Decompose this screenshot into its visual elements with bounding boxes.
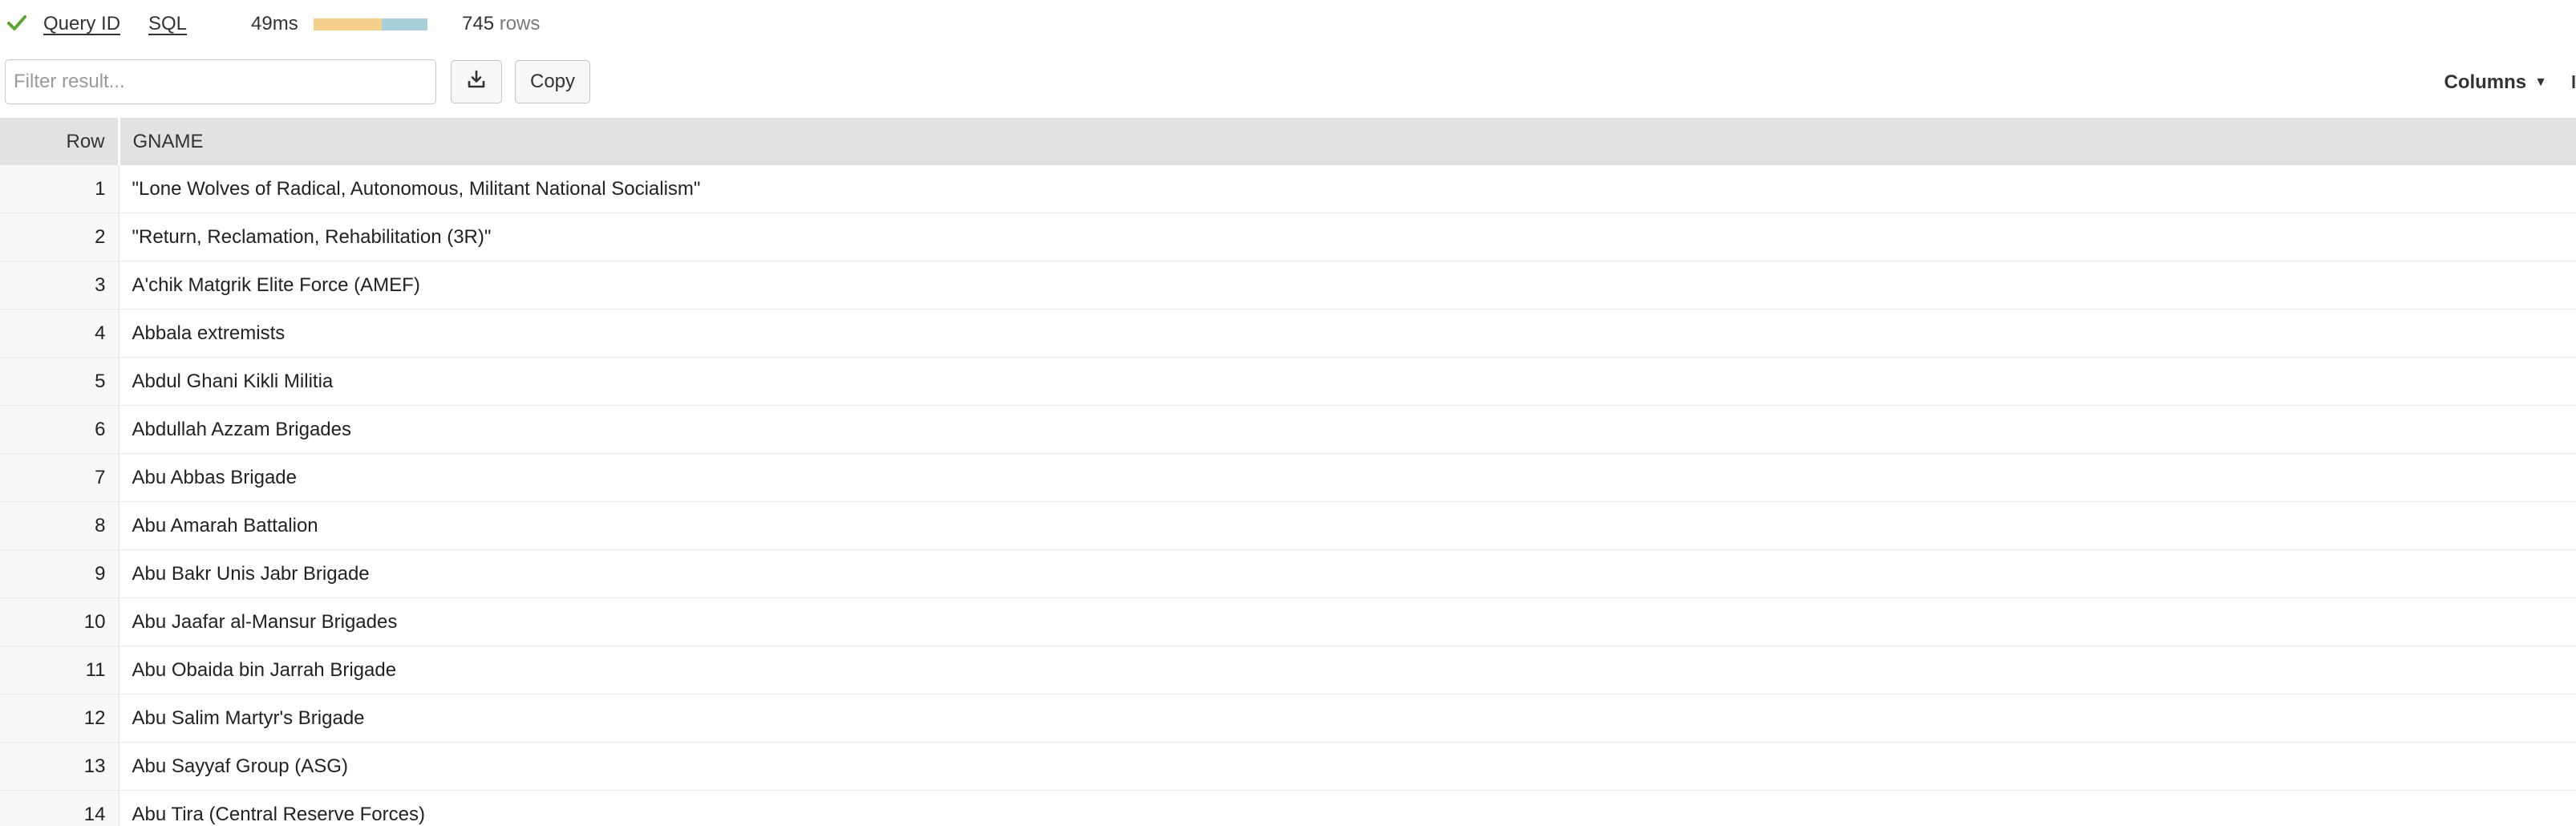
download-button[interactable] — [451, 60, 502, 103]
gname-cell[interactable]: Abu Jaafar al-Mansur Brigades — [119, 597, 2576, 646]
gname-cell[interactable]: Abdul Ghani Kikli Militia — [119, 357, 2576, 406]
column-header-gname[interactable]: GNAME — [119, 118, 2576, 165]
gname-cell[interactable]: Abu Amarah Battalion — [119, 501, 2576, 550]
row-count-unit: rows — [494, 13, 541, 34]
gname-cell[interactable]: "Lone Wolves of Radical, Autonomous, Mil… — [119, 165, 2576, 213]
columns-menu-button[interactable]: Columns ▼ — [2444, 71, 2547, 95]
row-number-cell: 1 — [0, 165, 119, 213]
table-row[interactable]: 13 Abu Sayyaf Group (ASG) — [0, 742, 2576, 791]
table-header-row: Row GNAME — [0, 118, 2576, 165]
table-row[interactable]: 12 Abu Salim Martyr's Brigade — [0, 694, 2576, 743]
gname-cell[interactable]: Abu Bakr Unis Jabr Brigade — [119, 549, 2576, 598]
row-number-cell: 4 — [0, 309, 119, 358]
columns-label: Columns — [2444, 71, 2527, 93]
row-number-cell: 6 — [0, 405, 119, 454]
gname-cell[interactable]: Abu Tira (Central Reserve Forces) — [119, 790, 2576, 826]
filter-result-input[interactable] — [5, 59, 436, 104]
gname-cell[interactable]: Abu Abbas Brigade — [119, 453, 2576, 502]
table-row[interactable]: 8 Abu Amarah Battalion — [0, 501, 2576, 550]
row-count: 745 rows — [462, 10, 540, 38]
row-number-cell: 8 — [0, 501, 119, 550]
column-header-row[interactable]: Row — [0, 118, 120, 165]
row-number-cell: 14 — [0, 790, 119, 826]
row-number-cell: 7 — [0, 453, 119, 502]
gname-cell[interactable]: Abdullah Azzam Brigades — [119, 405, 2576, 454]
table-row[interactable]: 11 Abu Obaida bin Jarrah Brigade — [0, 646, 2576, 694]
row-number-cell: 9 — [0, 549, 119, 598]
table-row[interactable]: 6 Abdullah Azzam Brigades — [0, 405, 2576, 454]
row-number-cell: 3 — [0, 261, 119, 310]
query-id-link[interactable]: Query ID — [43, 10, 120, 38]
caret-down-icon: ▼ — [2534, 75, 2547, 89]
table-row[interactable]: 7 Abu Abbas Brigade — [0, 453, 2576, 502]
timing-segment — [314, 18, 383, 30]
table-row[interactable]: 5 Abdul Ghani Kikli Militia — [0, 357, 2576, 406]
timing-segment — [382, 18, 427, 30]
copy-button[interactable]: Copy — [515, 60, 590, 103]
gname-cell[interactable]: Abu Salim Martyr's Brigade — [119, 694, 2576, 743]
query-duration: 49ms — [251, 13, 298, 34]
table-row[interactable]: 4 Abbala extremists — [0, 309, 2576, 358]
table-row[interactable]: 9 Abu Bakr Unis Jabr Brigade — [0, 549, 2576, 598]
gname-cell[interactable]: A'chik Matgrik Elite Force (AMEF) — [119, 261, 2576, 310]
table-row[interactable]: 2 "Return, Reclamation, Rehabilitation (3… — [0, 213, 2576, 261]
more-options-icon[interactable] — [2571, 71, 2576, 95]
row-number-cell: 2 — [0, 213, 119, 261]
table-body: 1 "Lone Wolves of Radical, Autonomous, Mi… — [0, 165, 2576, 826]
download-icon — [466, 69, 487, 95]
gname-cell[interactable]: Abu Sayyaf Group (ASG) — [119, 742, 2576, 791]
row-number-cell: 11 — [0, 646, 119, 694]
timing-breakdown-bar — [314, 18, 427, 30]
gname-cell[interactable]: "Return, Reclamation, Rehabilitation (3R… — [119, 213, 2576, 261]
row-number-cell: 10 — [0, 597, 119, 646]
sql-link[interactable]: SQL — [148, 10, 187, 38]
row-count-number: 745 — [462, 13, 495, 34]
row-number-cell: 5 — [0, 357, 119, 406]
table-row[interactable]: 3 A'chik Matgrik Elite Force (AMEF) — [0, 261, 2576, 310]
row-number-cell: 13 — [0, 742, 119, 791]
gname-cell[interactable]: Abbala extremists — [119, 309, 2576, 358]
result-table: Row GNAME 1 "Lone Wolves of Radical, Auto… — [0, 118, 2576, 826]
checkmark-icon — [6, 13, 27, 34]
query-status-bar: Query ID SQL 49ms 745 rows — [0, 0, 2576, 50]
gname-cell[interactable]: Abu Obaida bin Jarrah Brigade — [119, 646, 2576, 694]
result-table-container[interactable]: Row GNAME 1 "Lone Wolves of Radical, Auto… — [0, 118, 2576, 826]
table-row[interactable]: 1 "Lone Wolves of Radical, Autonomous, Mi… — [0, 165, 2576, 213]
row-number-cell: 12 — [0, 694, 119, 743]
table-row[interactable]: 14 Abu Tira (Central Reserve Forces) — [0, 790, 2576, 826]
table-row[interactable]: 10 Abu Jaafar al-Mansur Brigades — [0, 597, 2576, 646]
